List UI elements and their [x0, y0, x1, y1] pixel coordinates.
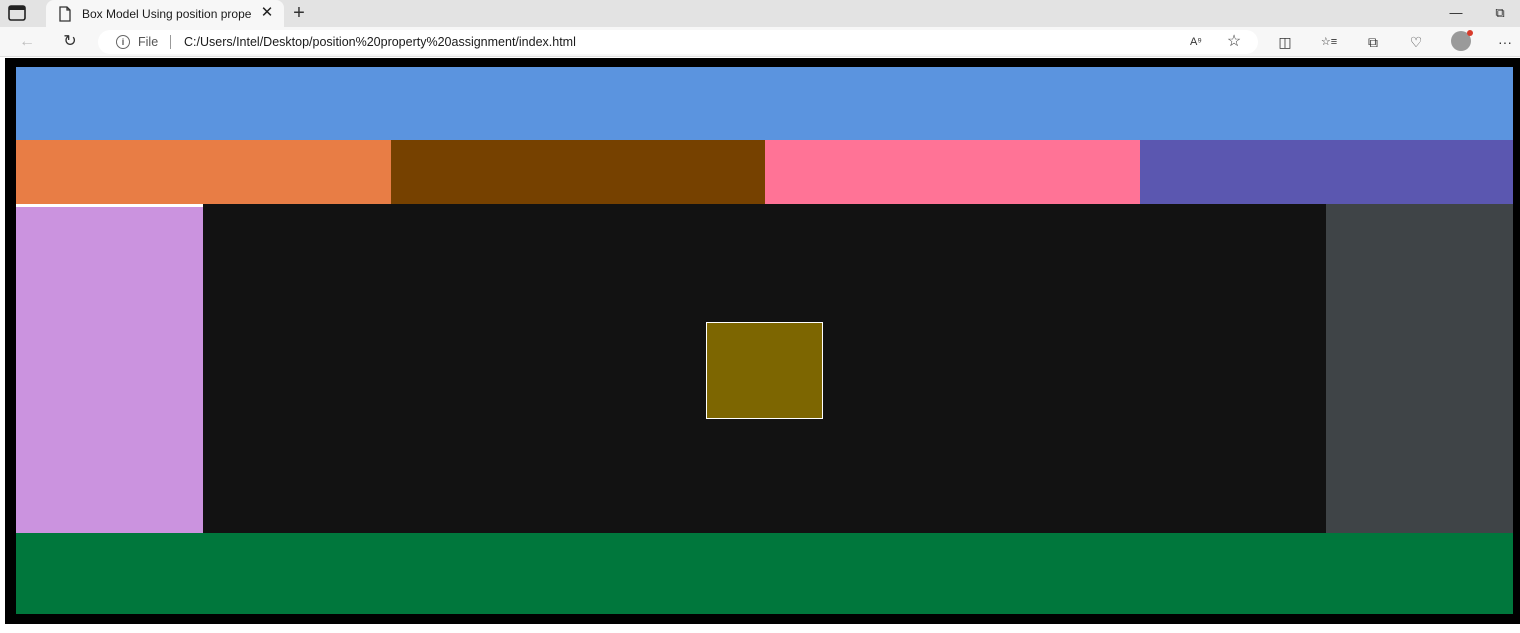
scheme-label: File — [138, 35, 159, 49]
more-icon[interactable]: ··· — [1494, 31, 1516, 53]
favorite-icon[interactable]: ☆ — [1223, 31, 1245, 53]
browser-essentials-icon[interactable]: ♡ — [1405, 31, 1427, 53]
refresh-button[interactable]: ↻ — [59, 31, 81, 53]
back-button[interactable]: ← — [16, 31, 38, 53]
column-box-1 — [16, 140, 391, 204]
address-divider — [170, 35, 171, 49]
column-box-2 — [390, 140, 765, 204]
url-text[interactable]: C:/Users/Intel/Desktop/position%20proper… — [184, 34, 576, 50]
read-aloud-icon[interactable]: A⁹ — [1185, 31, 1207, 53]
right-sidebar-box — [1326, 204, 1513, 533]
column-row — [16, 140, 1513, 204]
profile-avatar[interactable] — [1451, 30, 1473, 51]
address-bar[interactable]: i File C:/Users/Intel/Desktop/position%2… — [98, 30, 1258, 54]
collections-icon[interactable]: ⧉ — [1362, 31, 1384, 53]
info-icon[interactable]: i — [116, 35, 130, 49]
tab-actions-icon[interactable] — [8, 5, 26, 21]
footer-box — [16, 533, 1513, 614]
browser-toolbar: ← ↻ i File C:/Users/Intel/Desktop/positi… — [0, 27, 1520, 57]
split-screen-icon[interactable]: ◫ — [1274, 31, 1296, 53]
column-box-3 — [765, 140, 1140, 204]
restore-button[interactable]: ⧉ — [1489, 3, 1511, 23]
tab-title: Box Model Using position prope — [82, 7, 252, 21]
centered-box — [706, 322, 823, 419]
left-sidebar-box — [16, 207, 203, 533]
favorites-icon[interactable]: ☆≡ — [1318, 31, 1340, 53]
page-viewport — [5, 58, 1520, 633]
column-box-4 — [1139, 140, 1513, 204]
new-tab-button[interactable]: + — [288, 2, 310, 24]
page-icon — [59, 6, 71, 22]
minimize-button[interactable]: — — [1445, 3, 1467, 23]
active-tab[interactable]: Box Model Using position prope ✕ — [46, 0, 284, 27]
notification-dot — [1467, 30, 1473, 36]
header-box — [16, 67, 1513, 140]
outer-frame — [5, 58, 1520, 624]
close-tab-icon[interactable]: ✕ — [258, 4, 276, 22]
tab-strip: Box Model Using position prope ✕ + — ⧉ — [0, 0, 1520, 27]
